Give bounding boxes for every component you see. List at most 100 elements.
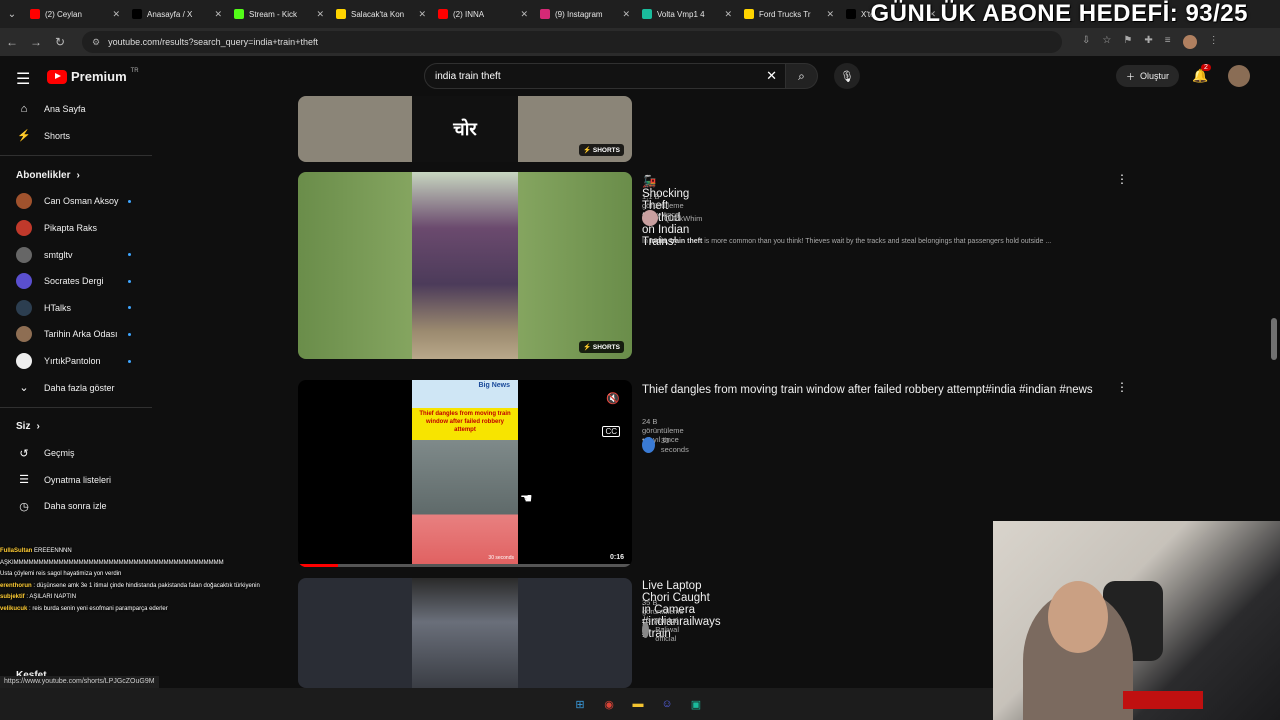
you-header[interactable]: Siz › <box>0 414 152 440</box>
sidebar-subscription[interactable]: Can Osman Aksoy <box>0 188 152 215</box>
channel-name: QuickWhim <box>664 213 703 223</box>
page-scrollbar[interactable] <box>1271 318 1277 360</box>
url-text: youtube.com/results?search_query=india+t… <box>108 37 318 47</box>
sidebar-item-label: Tarihin Arka Odası <box>44 329 118 340</box>
tab-close-icon[interactable]: ✕ <box>724 9 732 20</box>
browser-menu-icon[interactable]: ⋮ <box>1209 35 1219 49</box>
browser-tab[interactable]: Stream - Kick ✕ <box>228 1 330 27</box>
search-button[interactable]: ⌕ <box>786 63 818 89</box>
channel-avatar <box>16 246 32 263</box>
clear-search-icon[interactable]: ✕ <box>766 68 777 84</box>
sidebar-item-shorts[interactable]: ⚡ Shorts <box>0 123 152 150</box>
result-thumbnail[interactable] <box>298 578 632 688</box>
sidebar-subscription[interactable]: smtgltv <box>0 241 152 268</box>
progress-track[interactable] <box>298 564 632 567</box>
subscriptions-header[interactable]: Abonelikler › <box>0 162 152 188</box>
browser-tab[interactable]: (2) INNA ✕ <box>432 1 534 27</box>
more-actions-icon[interactable]: ⋮ <box>1116 172 1128 186</box>
thumbnail-header: Big News <box>478 382 510 389</box>
result-thumbnail[interactable]: चोर ⚡ SHORTS <box>298 96 632 162</box>
tab-close-icon[interactable]: ✕ <box>316 9 324 20</box>
search-icon: ⌕ <box>798 68 805 83</box>
tab-close-icon[interactable]: ✕ <box>826 9 834 20</box>
result-channel[interactable]: 30 seconds <box>642 436 692 454</box>
browser-tab[interactable]: Salacak'ta Kon ✕ <box>330 1 432 27</box>
tab-close-icon[interactable]: ✕ <box>520 9 528 20</box>
url-input[interactable]: ⚙ youtube.com/results?search_query=india… <box>82 31 1062 53</box>
browser-tab[interactable]: (9) Instagram ✕ <box>534 1 636 27</box>
sidebar-item-label: HTalks <box>44 302 72 313</box>
sidebar-subscription[interactable]: Socrates Dergi <box>0 268 152 295</box>
create-button[interactable]: ＋ Oluştur <box>1116 65 1180 87</box>
youtube-logo[interactable]: Premium TR <box>47 67 139 84</box>
tab-close-icon[interactable]: ✕ <box>418 9 426 20</box>
chat-text: : reis burda senin yeni esofmani parampa… <box>29 605 168 612</box>
shorts-icon: ⚡ <box>17 130 31 143</box>
shorts-badge-label: SHORTS <box>592 344 620 351</box>
tab-favicon-icon <box>642 9 652 19</box>
voice-search-button[interactable]: 🎙 <box>834 63 860 89</box>
account-avatar[interactable] <box>1228 65 1250 87</box>
sidebar-item-watch-later[interactable]: ◷ Daha sonra izle <box>0 493 152 520</box>
tab-close-icon[interactable]: ✕ <box>214 9 222 20</box>
duration-badge: 0:16 <box>609 554 624 561</box>
chrome-icon[interactable]: ◉ <box>599 694 619 714</box>
notifications-button[interactable]: 🔔 2 <box>1192 64 1211 84</box>
browser-tab[interactable]: Anasayfa / X ✕ <box>126 1 228 27</box>
result-channel[interactable]: QuickWhim <box>642 210 702 226</box>
bookmark-star-icon[interactable]: ☆ <box>1102 35 1111 49</box>
sidebar-subscription[interactable]: Tarihin Arka Odası <box>0 321 152 348</box>
forward-icon[interactable]: → <box>24 35 48 49</box>
channel-avatar <box>16 299 32 316</box>
install-icon[interactable]: ⇩ <box>1082 35 1090 49</box>
discord-icon[interactable]: ☺ <box>657 694 677 714</box>
chevron-right-icon: › <box>76 169 80 181</box>
extension-icon[interactable]: ⚑ <box>1123 35 1132 49</box>
profile-avatar[interactable] <box>1182 35 1197 49</box>
sidebar-item-label: YırtıkPantolon <box>44 356 101 367</box>
menu-icon[interactable]: ☰ <box>16 69 30 89</box>
app-icon[interactable]: ▣ <box>686 694 706 714</box>
result-thumbnail[interactable]: Big News Thief dangles from moving train… <box>298 380 632 567</box>
train-emoji-icon: 🚂 <box>642 176 657 188</box>
result-title[interactable]: Thief dangles from moving train window a… <box>642 382 1102 399</box>
files-icon[interactable]: ▬ <box>628 694 648 714</box>
puzzle-icon[interactable]: ✚ <box>1144 35 1152 49</box>
sidebar-item-history[interactable]: ↺ Geçmiş <box>0 440 152 467</box>
browser-tab[interactable]: Ford Trucks Tr ✕ <box>738 1 840 27</box>
site-info-icon[interactable]: ⚙ <box>92 37 100 48</box>
sidebar-item-label: Pikapta Raks <box>44 223 98 234</box>
result-channel[interactable]: Pankaj Paliwal official <box>642 616 688 643</box>
tab-favicon-icon <box>132 9 142 19</box>
tab-close-icon[interactable]: ✕ <box>112 9 120 20</box>
hand-cursor-icon: ☚ <box>520 490 533 506</box>
sidebar-item-playlist[interactable]: ☰ Oynatma listeleri <box>0 467 152 494</box>
sidebar-item-ana-sayfa[interactable]: ⌂ Ana Sayfa <box>0 96 152 123</box>
tab-close-icon[interactable]: ✕ <box>622 9 630 20</box>
windows-icon[interactable]: ⊞ <box>570 694 590 714</box>
sidebar-subscription[interactable]: Pikapta Raks <box>0 215 152 242</box>
reload-icon[interactable]: ↻ <box>48 35 72 49</box>
tab-list-icon[interactable]: ≡ <box>1165 35 1171 49</box>
search-input[interactable]: india train theft ✕ <box>424 63 786 89</box>
show-more-button[interactable]: ⌄ Daha fazla göster <box>0 374 152 401</box>
chat-message: AŞKIMMMMMMMMMMMMMMMMMMMMMMMMMMMMMMMMMMMM… <box>0 558 260 570</box>
youtube-header: ☰ Premium TR india train theft ✕ ⌕ 🎙 ＋ O… <box>0 56 1280 96</box>
thumbnail-caption: Thief dangles from moving train window a… <box>419 411 511 433</box>
chat-text: AŞKIMMMMMMMMMMMMMMMMMMMMMMMMMMMMMMMMMMMM… <box>0 559 224 566</box>
browser-tab[interactable]: Volta Vmp1 4 ✕ <box>636 1 738 27</box>
captions-icon[interactable]: CC <box>602 426 620 437</box>
browser-tab[interactable]: (2) Ceylan ✕ <box>24 1 126 27</box>
back-icon[interactable]: ← <box>0 35 24 49</box>
result-thumbnail[interactable]: ⚡ SHORTS <box>298 172 632 359</box>
tab-search-icon[interactable]: ⌄ <box>0 9 24 20</box>
tab-title: Volta Vmp1 4 <box>657 9 705 19</box>
logo-region: TR <box>130 67 139 74</box>
progress-fill <box>298 564 339 567</box>
mute-icon[interactable]: 🔇 <box>606 392 620 405</box>
sidebar-item-label: Geçmiş <box>44 448 75 459</box>
sidebar-subscription[interactable]: HTalks <box>0 295 152 322</box>
sidebar-subscription[interactable]: YırtıkPantolon <box>0 348 152 375</box>
more-actions-icon[interactable]: ⋮ <box>1116 380 1128 394</box>
channel-avatar <box>16 193 32 210</box>
